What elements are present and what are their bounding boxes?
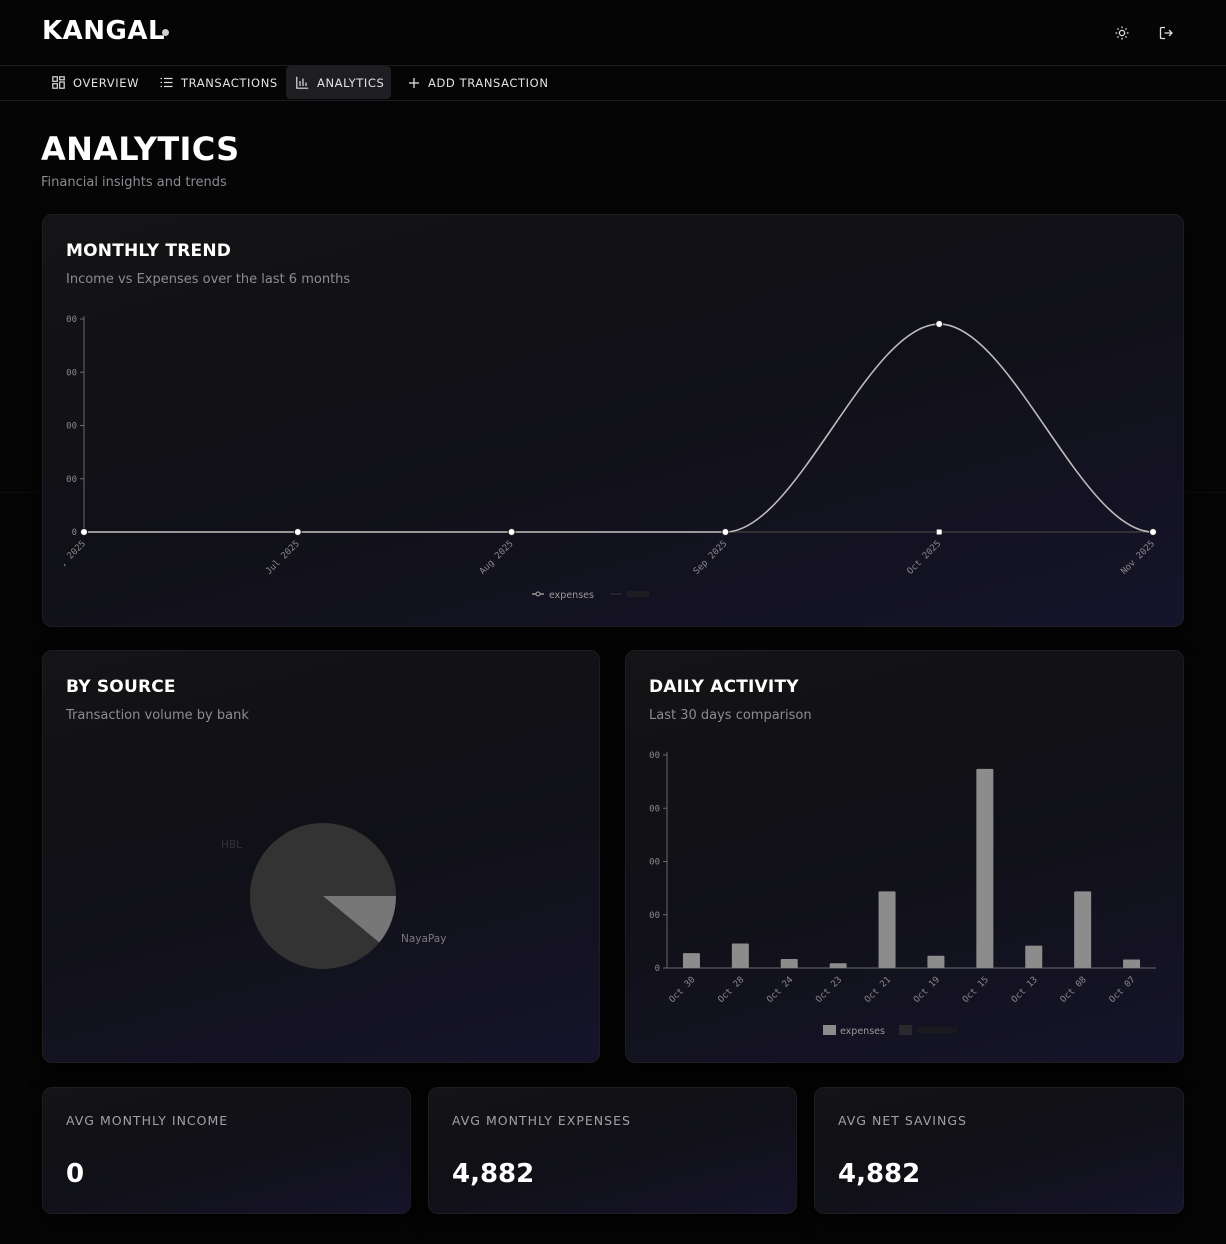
legend-label-income [627, 591, 649, 597]
y-tick-label: 00 [649, 858, 660, 868]
page-subtitle: Financial insights and trends [41, 175, 227, 190]
x-tick-label: Jul 2025 [264, 539, 302, 577]
x-tick-label: Oct 08 [1059, 975, 1089, 1005]
y-tick-label: 00 [66, 475, 77, 485]
nav-analytics[interactable]: ANALYTICS [286, 66, 391, 99]
x-tick-label: Oct 28 [716, 975, 746, 1005]
theme-toggle-button[interactable] [1111, 22, 1133, 44]
data-point-expenses [507, 528, 516, 536]
bar-expenses [1074, 891, 1092, 968]
data-point-income [936, 529, 942, 535]
bar-expenses [976, 768, 994, 968]
bar-expenses [878, 891, 896, 968]
legend-label-income [917, 1027, 957, 1033]
stat-card-avg-expenses: AVG MONTHLY EXPENSES 4,882 [428, 1087, 797, 1214]
bar-expenses [780, 958, 798, 968]
data-point-expenses [721, 528, 730, 536]
data-point-expenses [293, 528, 302, 536]
stat-value: 4,882 [838, 1159, 921, 1189]
stat-value: 4,882 [452, 1159, 535, 1189]
data-point-expenses [935, 320, 944, 329]
y-tick-label: 00 [649, 911, 660, 921]
x-tick-label: Sep 2025 [692, 539, 730, 577]
y-tick-label: 00 [66, 368, 77, 378]
x-tick-label: Oct 23 [814, 975, 844, 1005]
stat-value: 0 [66, 1159, 85, 1189]
legend-marker-expenses [535, 591, 541, 597]
x-tick-label: Oct 30 [668, 975, 698, 1005]
data-point-expenses [80, 528, 88, 536]
bar-expenses [1025, 945, 1043, 968]
nav-transactions[interactable]: TRANSACTIONS [150, 66, 288, 99]
x-tick-label: Oct 21 [863, 975, 893, 1005]
series-line-expenses [84, 323, 1154, 533]
x-tick-label: Oct 24 [765, 975, 795, 1005]
data-point-expenses [1149, 528, 1157, 536]
x-tick-label: Oct 07 [1108, 975, 1138, 1005]
x-tick-label: Oct 13 [1010, 975, 1040, 1005]
brand-logo[interactable]: KANGAL [42, 16, 165, 46]
main-nav: OVERVIEW TRANSACTIONS ANALYTICS ADD TRAN… [0, 66, 1226, 101]
daily-activity-chart[interactable]: 000000000Oct 30 Oct 28 Oct 24 Oct 23 Oct 21 O… [626, 651, 1184, 1063]
nav-add-transaction-label: ADD TRANSACTION [428, 75, 549, 90]
stat-label: AVG NET SAVINGS [838, 1113, 967, 1128]
nav-add-transaction[interactable]: ADD TRANSACTION [398, 66, 559, 99]
monthly-trend-card: MONTHLY TREND Income vs Expenses over th… [42, 214, 1184, 627]
pie-label-hbl: HBL [221, 839, 242, 851]
y-tick-label: 0 [72, 528, 77, 538]
nav-overview[interactable]: OVERVIEW [42, 66, 149, 99]
nav-overview-label: OVERVIEW [73, 75, 140, 90]
list-icon [160, 77, 173, 88]
nav-analytics-label: ANALYTICS [317, 75, 385, 90]
x-tick-label: Oct 15 [961, 975, 991, 1005]
y-tick-label: 00 [649, 751, 660, 761]
stat-card-avg-net-savings: AVG NET SAVINGS 4,882 [814, 1087, 1184, 1214]
y-tick-label: 00 [66, 315, 77, 325]
top-bar: KANGAL [0, 0, 1226, 66]
x-tick-label: Oct 2025 [906, 539, 944, 577]
stat-label: AVG MONTHLY EXPENSES [452, 1113, 631, 1128]
y-tick-label: 00 [66, 422, 77, 432]
logout-button[interactable] [1155, 22, 1177, 44]
y-tick-label: 0 [655, 964, 660, 974]
bar-expenses [731, 943, 749, 968]
monthly-trend-chart[interactable]: 000000000, 2025 Jul 2025 Aug 2025 Sep 2025 O… [43, 215, 1184, 627]
by-source-card: BY SOURCE Transaction volume by bank HBL… [42, 650, 600, 1063]
legend-swatch-income [899, 1025, 912, 1035]
bar-expenses [829, 963, 847, 968]
x-tick-label: Oct 19 [912, 975, 942, 1005]
grid-icon [52, 76, 65, 89]
legend-label-expenses: expenses [549, 590, 594, 601]
bar-chart-icon [296, 76, 309, 89]
stat-card-avg-income: AVG MONTHLY INCOME 0 [42, 1087, 411, 1214]
daily-activity-card: DAILY ACTIVITY Last 30 days comparison 0… [625, 650, 1184, 1063]
x-tick-label: Aug 2025 [478, 539, 516, 577]
logout-icon [1159, 26, 1173, 40]
x-tick-label: Nov 2025 [1119, 539, 1157, 577]
status-dot [162, 29, 169, 36]
y-tick-label: 00 [649, 804, 660, 814]
bar-expenses [927, 955, 945, 968]
sun-icon [1115, 26, 1129, 40]
legend-label-expenses: expenses [840, 1026, 885, 1037]
stat-label: AVG MONTHLY INCOME [66, 1113, 229, 1128]
by-source-chart[interactable]: HBL NayaPay [43, 651, 600, 1063]
pie-label-nayapay: NayaPay [401, 933, 446, 945]
page-title: ANALYTICS [41, 130, 240, 168]
legend-swatch-expenses [823, 1025, 836, 1035]
plus-icon [409, 77, 419, 88]
x-tick-label: , 2025 [58, 539, 88, 569]
nav-transactions-label: TRANSACTIONS [181, 75, 278, 90]
bar-expenses [1123, 959, 1141, 968]
bar-expenses [682, 953, 700, 968]
